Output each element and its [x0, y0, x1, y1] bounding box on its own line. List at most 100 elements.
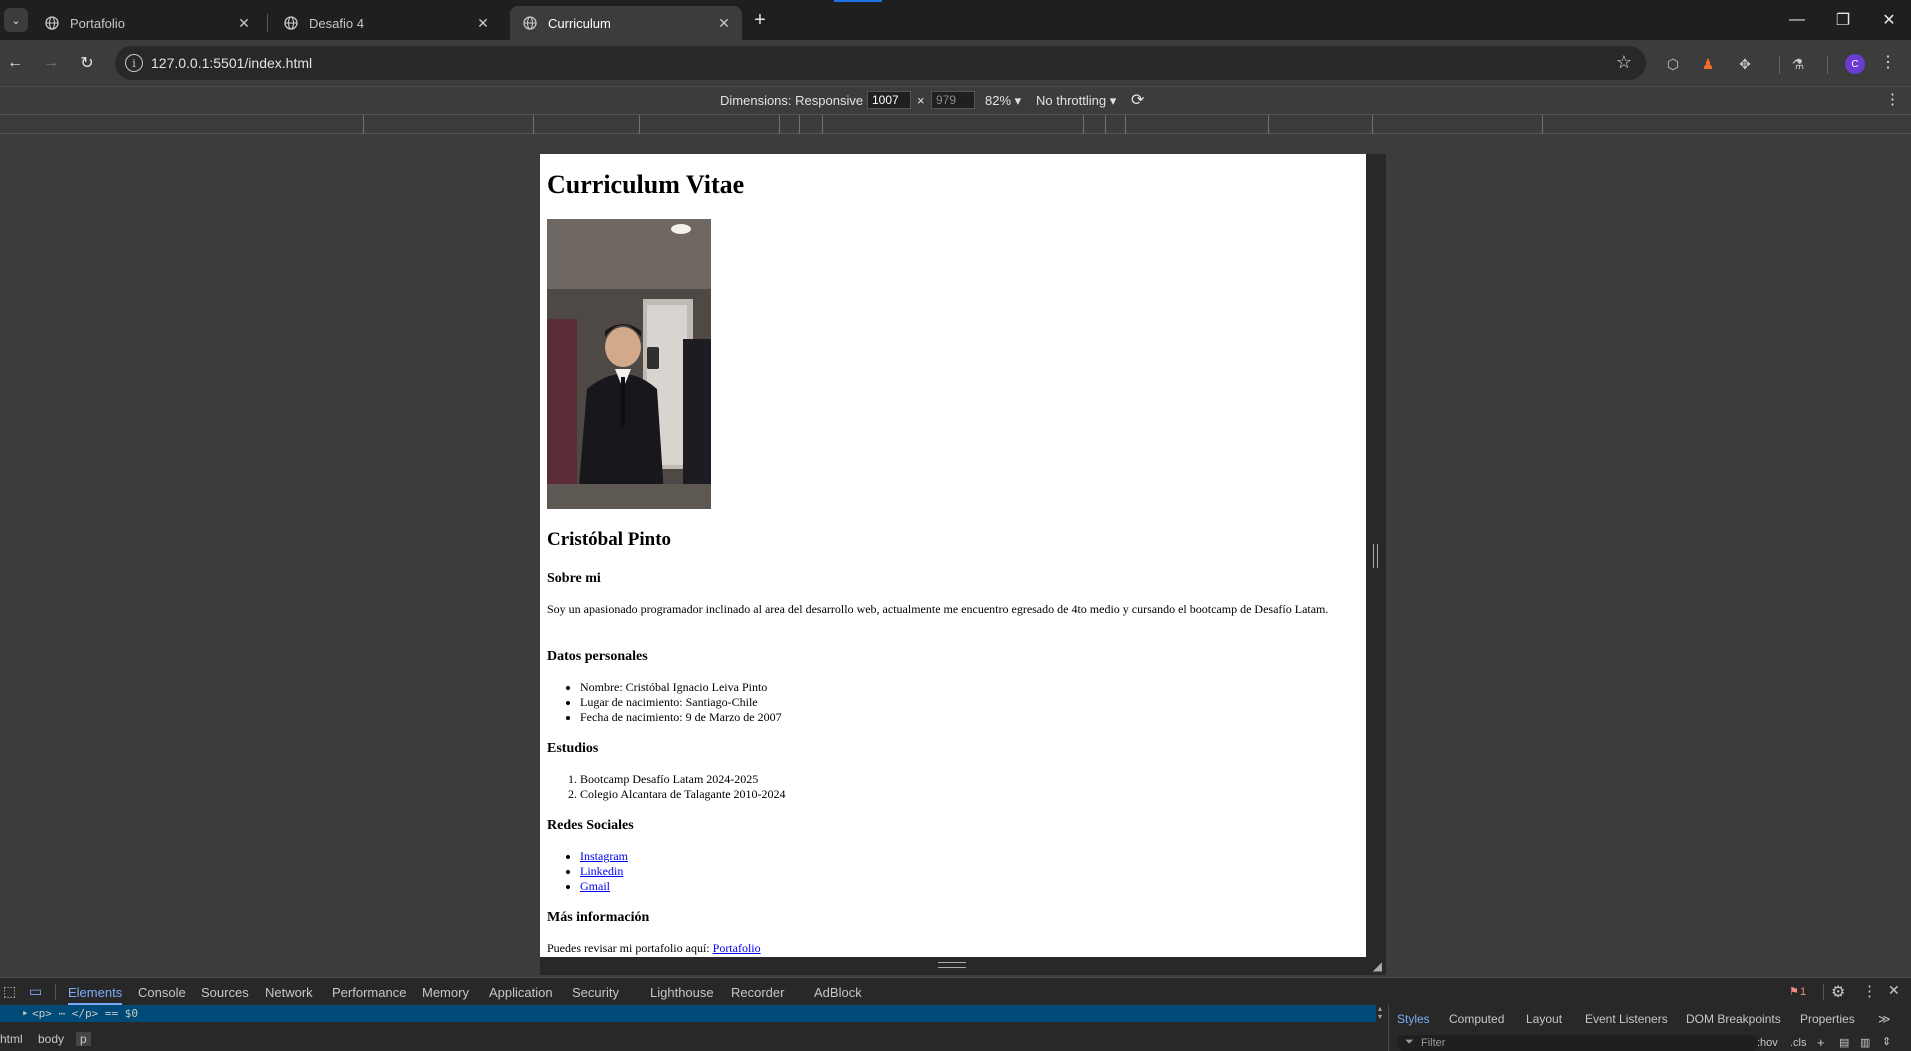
devtools-tab-memory[interactable]: Memory	[422, 985, 469, 1000]
side-tab-dom-breakpoints[interactable]: DOM Breakpoints	[1686, 1012, 1781, 1026]
new-tab-button[interactable]: +	[748, 8, 772, 32]
toolbar-divider	[1779, 56, 1780, 74]
list-item: Colegio Alcantara de Talagante 2010-2024	[580, 787, 786, 802]
tab-search-button[interactable]: ⌄	[4, 8, 28, 32]
devtools-tab-performance[interactable]: Performance	[332, 985, 406, 1000]
side-tab-computed[interactable]: Computed	[1449, 1012, 1504, 1026]
rendering-icon[interactable]: ▥	[1860, 1036, 1870, 1049]
filter-icon: ⏷	[1405, 1036, 1414, 1048]
side-tab-event-listeners[interactable]: Event Listeners	[1585, 1012, 1668, 1026]
tab-curriculum[interactable]: Curriculum ✕	[510, 6, 742, 40]
device-toolbar: Dimensions: Responsive ▾ 1007 × 979 82% …	[0, 86, 1911, 114]
orange-extension-icon[interactable]: ♟	[1696, 52, 1720, 76]
close-tab-icon[interactable]: ✕	[473, 13, 493, 33]
social-heading: Redes Sociales	[547, 818, 634, 833]
bookmark-star-icon[interactable]: ☆	[1616, 52, 1632, 73]
error-count[interactable]: 1	[1800, 986, 1806, 998]
studies-list: Bootcamp Desafío Latam 2024-2025 Colegio…	[580, 772, 786, 802]
linkedin-link[interactable]: Linkedin	[580, 864, 623, 878]
breadcrumb-body[interactable]: body	[38, 1032, 64, 1046]
new-rule-icon[interactable]: +	[1817, 1035, 1825, 1050]
list-item: Linkedin	[580, 864, 628, 879]
styles-sidebar: Styles Computed Layout Event Listeners D…	[1388, 1005, 1911, 1051]
devtools-tab-network[interactable]: Network	[265, 985, 313, 1000]
list-item: Lugar de nacimiento: Santiago-Chile	[580, 695, 782, 710]
devtools-tab-lighthouse[interactable]: Lighthouse	[650, 985, 714, 1000]
forward-icon[interactable]: →	[37, 49, 65, 77]
tab-title: Curriculum	[548, 15, 611, 31]
devtools-tab-security[interactable]: Security	[572, 985, 619, 1000]
dimensions-times: ×	[917, 93, 925, 108]
devtools-menu-icon[interactable]: ⋮	[1862, 982, 1877, 1000]
portfolio-link[interactable]: Portafolio	[713, 941, 761, 955]
computed-styles-icon[interactable]: ▤	[1839, 1036, 1849, 1049]
resize-grip-icon	[938, 962, 966, 968]
close-devtools-icon[interactable]: ✕	[1888, 982, 1900, 999]
puzzle-extensions-icon[interactable]: ✥	[1733, 52, 1757, 76]
elements-panel: ▸ <p> ⋯ </p> == $0 ▴ ▾ html body p	[0, 1005, 1388, 1051]
gmail-link[interactable]: Gmail	[580, 879, 610, 893]
dimensions-dropdown[interactable]: Dimensions: Responsive ▾	[720, 93, 873, 109]
side-tab-properties[interactable]: Properties	[1800, 1012, 1855, 1026]
more-tabs-icon[interactable]: ≫	[1878, 1012, 1891, 1026]
error-badge-icon[interactable]: ⚑	[1789, 985, 1799, 998]
panel-scrollbar[interactable]: ▴ ▾	[1374, 1005, 1386, 1027]
breadcrumb-html[interactable]: html	[0, 1032, 23, 1046]
corner-resize-icon[interactable]: ◢	[1373, 959, 1382, 973]
list-item: Fecha de nacimiento: 9 de Marzo de 2007	[580, 710, 782, 725]
selected-dom-node[interactable]: ▸ <p> ⋯ </p> == $0	[0, 1005, 1376, 1022]
zoom-dropdown[interactable]: 82% ▾	[985, 93, 1021, 109]
hov-toggle[interactable]: :hov	[1757, 1037, 1778, 1049]
cube-extension-icon[interactable]: ⬡	[1661, 52, 1685, 76]
globe-icon	[522, 15, 538, 31]
site-info-icon[interactable]: i	[125, 54, 143, 72]
kebab-menu-icon[interactable]: ⋮	[1880, 52, 1896, 72]
instagram-link[interactable]: Instagram	[580, 849, 628, 863]
url-text[interactable]: 127.0.0.1:5501/index.html	[151, 55, 312, 71]
expand-arrow-icon[interactable]: ▸	[22, 1006, 29, 1019]
settings-gear-icon[interactable]: ⚙	[1831, 982, 1845, 1002]
toolbar-divider	[1827, 56, 1828, 74]
devtools-tab-adblock[interactable]: AdBlock	[814, 985, 862, 1000]
side-tab-styles[interactable]: Styles	[1397, 1012, 1430, 1026]
profile-avatar[interactable]: C	[1845, 54, 1865, 74]
close-tab-icon[interactable]: ✕	[714, 13, 734, 33]
tab-desafio-4[interactable]: Desafio 4 ✕	[271, 6, 501, 40]
throttling-dropdown[interactable]: No throttling ▾	[1036, 93, 1116, 109]
selected-node-text: <p> ⋯ </p> == $0	[32, 1007, 138, 1020]
tab-portafolio[interactable]: Portafolio ✕	[32, 6, 262, 40]
rotate-icon[interactable]: ⟳	[1131, 90, 1144, 110]
more-heading: Más información	[547, 910, 650, 925]
device-toolbar-menu-icon[interactable]: ⋮	[1885, 90, 1900, 108]
styles-filter-input[interactable]: ⏷ Filter	[1397, 1035, 1759, 1051]
close-tab-icon[interactable]: ✕	[234, 13, 254, 33]
devtools-tab-console[interactable]: Console	[138, 985, 186, 1000]
height-input[interactable]: 979	[931, 91, 975, 109]
media-query-bar[interactable]	[0, 114, 1911, 134]
cls-toggle[interactable]: .cls	[1790, 1037, 1807, 1049]
person-name: Cristóbal Pinto	[547, 529, 672, 550]
toolbar-divider	[55, 984, 56, 1000]
about-heading: Sobre mi	[547, 571, 601, 586]
device-toggle-icon[interactable]: ▭	[29, 983, 42, 1000]
devtools-tab-elements[interactable]: Elements	[68, 985, 123, 1005]
devtools-tab-recorder[interactable]: Recorder	[731, 985, 784, 1000]
close-window-icon[interactable]: ✕	[1866, 0, 1911, 40]
reload-icon[interactable]: ↻	[73, 49, 101, 77]
inspect-element-icon[interactable]: ⬚	[3, 983, 16, 1000]
restore-icon[interactable]: ❐	[1820, 0, 1866, 40]
back-icon[interactable]: ←	[1, 49, 29, 77]
address-bar[interactable]: i 127.0.0.1:5501/index.html ☆	[115, 46, 1646, 80]
sidebar-toggle-icon[interactable]: ⇕	[1882, 1035, 1891, 1048]
flask-labs-icon[interactable]: ⚗	[1786, 52, 1810, 76]
viewport-width-handle[interactable]	[1366, 154, 1386, 957]
devtools-tab-sources[interactable]: Sources	[201, 985, 249, 1000]
breadcrumb-p[interactable]: p	[76, 1032, 91, 1046]
viewport-height-handle[interactable]: ◢	[540, 957, 1386, 975]
side-tab-layout[interactable]: Layout	[1526, 1012, 1562, 1026]
list-item: Instagram	[580, 849, 628, 864]
devtools-tab-application[interactable]: Application	[489, 985, 553, 1000]
minimize-icon[interactable]: —	[1774, 0, 1820, 40]
browser-toolbar: ← → ↻ i 127.0.0.1:5501/index.html ☆	[0, 40, 1911, 86]
width-input[interactable]: 1007	[867, 91, 911, 109]
